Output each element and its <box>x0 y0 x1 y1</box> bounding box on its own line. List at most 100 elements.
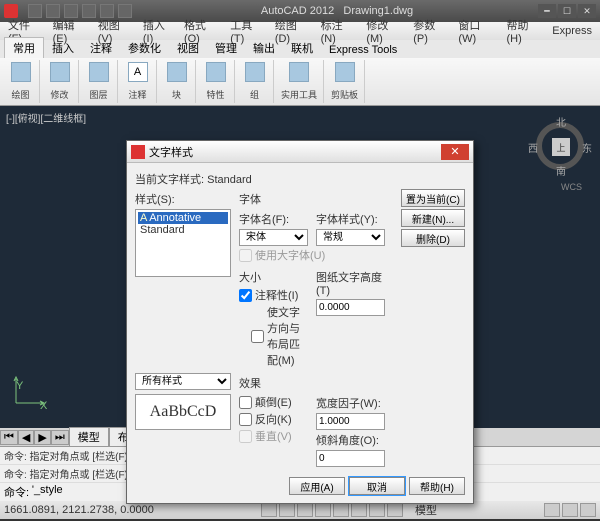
app-logo-icon <box>4 4 18 18</box>
otrack-toggle[interactable] <box>351 503 367 517</box>
font-name-select[interactable]: 宋体 <box>239 229 308 246</box>
font-group-label: 字体 <box>239 191 385 207</box>
menu-express[interactable]: Express <box>548 25 596 37</box>
panel-annotation[interactable]: A注释 <box>119 60 157 103</box>
panel-properties[interactable]: 特性 <box>197 60 235 103</box>
width-factor-label: 宽度因子(W): <box>316 395 385 411</box>
line-icon <box>11 62 31 82</box>
viewcube[interactable]: 上 北 南 东 西 <box>530 116 590 176</box>
panel-layers[interactable]: 图层 <box>80 60 118 103</box>
width-factor-input[interactable] <box>316 413 385 430</box>
move-icon <box>50 62 70 82</box>
tab-annotate[interactable]: 注释 <box>82 38 120 58</box>
qat-save-icon[interactable] <box>64 4 78 18</box>
grid-toggle[interactable] <box>279 503 295 517</box>
model-space-label[interactable]: 模型 <box>415 502 437 518</box>
new-style-button[interactable]: 新建(N)... <box>401 209 465 227</box>
annotative-check[interactable]: 注释性(I) <box>239 287 308 303</box>
viewport-label[interactable]: [-][俯视][二维线框] <box>6 110 86 125</box>
ucs-icon: YX <box>12 373 46 410</box>
menu-window[interactable]: 窗口(W) <box>454 17 500 45</box>
menu-modify[interactable]: 修改(M) <box>362 17 407 45</box>
qat-open-icon[interactable] <box>46 4 60 18</box>
lwt-toggle[interactable] <box>387 503 403 517</box>
upside-down-check[interactable]: 颠倒(E) <box>239 394 308 410</box>
set-current-button[interactable]: 置为当前(C) <box>401 189 465 207</box>
ribbon: 绘图 修改 图层 A注释 块 特性 组 实用工具 剪贴板 <box>0 58 600 106</box>
tab-express[interactable]: Express Tools <box>321 42 405 58</box>
compass-south: 南 <box>556 163 566 178</box>
current-style-label: 当前文字样式: Standard <box>135 171 465 187</box>
ortho-toggle[interactable] <box>297 503 313 517</box>
osnap-toggle[interactable] <box>333 503 349 517</box>
layout-next[interactable]: ▶ <box>34 430 50 445</box>
layout-last[interactable]: ⏭ <box>51 430 69 445</box>
layout-tab-model[interactable]: 模型 <box>69 427 109 447</box>
compass-north: 北 <box>556 114 566 129</box>
backwards-check[interactable]: 反向(K) <box>239 411 308 427</box>
panel-draw[interactable]: 绘图 <box>2 60 40 103</box>
dialog-title: 文字样式 <box>149 144 441 160</box>
vertical-check[interactable]: 垂直(V) <box>239 428 308 444</box>
panel-utilities[interactable]: 实用工具 <box>275 60 324 103</box>
close-button[interactable]: ✕ <box>578 4 596 18</box>
tab-online[interactable]: 联机 <box>283 38 321 58</box>
style-listbox[interactable]: A Annotative Standard <box>135 209 231 277</box>
paper-height-label: 图纸文字高度(T) <box>316 269 385 297</box>
dyn-toggle[interactable] <box>369 503 385 517</box>
font-name-label: 字体名(F): <box>239 211 308 227</box>
props-icon <box>206 62 226 82</box>
maximize-button[interactable]: ☐ <box>558 4 576 18</box>
qat-print-icon[interactable] <box>118 4 132 18</box>
style-item-annotative[interactable]: A Annotative <box>138 212 228 224</box>
status-toggles <box>261 503 403 517</box>
viewcube-top[interactable]: 上 <box>552 138 570 156</box>
text-style-dialog: 文字样式 ✕ 当前文字样式: Standard 样式(S): A Annotat… <box>126 140 474 504</box>
menu-param[interactable]: 参数(P) <box>409 17 452 45</box>
polar-toggle[interactable] <box>315 503 331 517</box>
qat-redo-icon[interactable] <box>100 4 114 18</box>
minimize-button[interactable]: ━ <box>538 4 556 18</box>
compass-west: 西 <box>528 140 538 155</box>
status-extra-1[interactable] <box>544 503 560 517</box>
menu-help[interactable]: 帮助(H) <box>502 17 546 45</box>
text-icon: A <box>128 62 148 82</box>
panel-block[interactable]: 块 <box>158 60 196 103</box>
panel-clipboard[interactable]: 剪贴板 <box>325 60 365 103</box>
status-extra-3[interactable] <box>580 503 596 517</box>
dialog-close-button[interactable]: ✕ <box>441 144 469 160</box>
panel-groups[interactable]: 组 <box>236 60 274 103</box>
help-button[interactable]: 帮助(H) <box>409 477 465 495</box>
layout-first[interactable]: ⏮ <box>0 430 18 445</box>
cancel-button[interactable]: 取消 <box>349 477 405 495</box>
status-extra-2[interactable] <box>562 503 578 517</box>
snap-toggle[interactable] <box>261 503 277 517</box>
group-icon <box>245 62 265 82</box>
coordinates: 1661.0891, 2121.2738, 0.0000 <box>4 504 154 516</box>
tab-output[interactable]: 输出 <box>245 38 283 58</box>
font-style-select[interactable]: 常规 <box>316 229 385 246</box>
tab-manage[interactable]: 管理 <box>207 38 245 58</box>
tab-insert[interactable]: 插入 <box>44 38 82 58</box>
bigfont-check[interactable]: 使用大字体(U) <box>239 247 385 263</box>
match-orient-check[interactable]: 使文字方向与布局匹配(M) <box>239 304 308 368</box>
tab-parametric[interactable]: 参数化 <box>120 38 169 58</box>
effects-group-label: 效果 <box>239 375 385 391</box>
tab-view[interactable]: 视图 <box>169 38 207 58</box>
wcs-label: WCS <box>561 182 582 192</box>
command-prompt: 命令: <box>4 484 29 500</box>
qat-undo-icon[interactable] <box>82 4 96 18</box>
paper-height-input[interactable] <box>316 299 385 316</box>
style-item-standard[interactable]: Standard <box>138 224 228 236</box>
style-filter-select[interactable]: 所有样式 <box>135 373 231 390</box>
qat-new-icon[interactable] <box>28 4 42 18</box>
oblique-input[interactable] <box>316 450 385 467</box>
dialog-titlebar[interactable]: 文字样式 ✕ <box>127 141 473 163</box>
menu-dim[interactable]: 标注(N) <box>317 17 361 45</box>
command-input[interactable]: '_style <box>32 484 63 500</box>
tab-home[interactable]: 常用 <box>4 37 44 58</box>
panel-modify[interactable]: 修改 <box>41 60 79 103</box>
delete-style-button[interactable]: 删除(D) <box>401 229 465 247</box>
layout-prev[interactable]: ◀ <box>18 430 34 445</box>
apply-button[interactable]: 应用(A) <box>289 477 345 495</box>
